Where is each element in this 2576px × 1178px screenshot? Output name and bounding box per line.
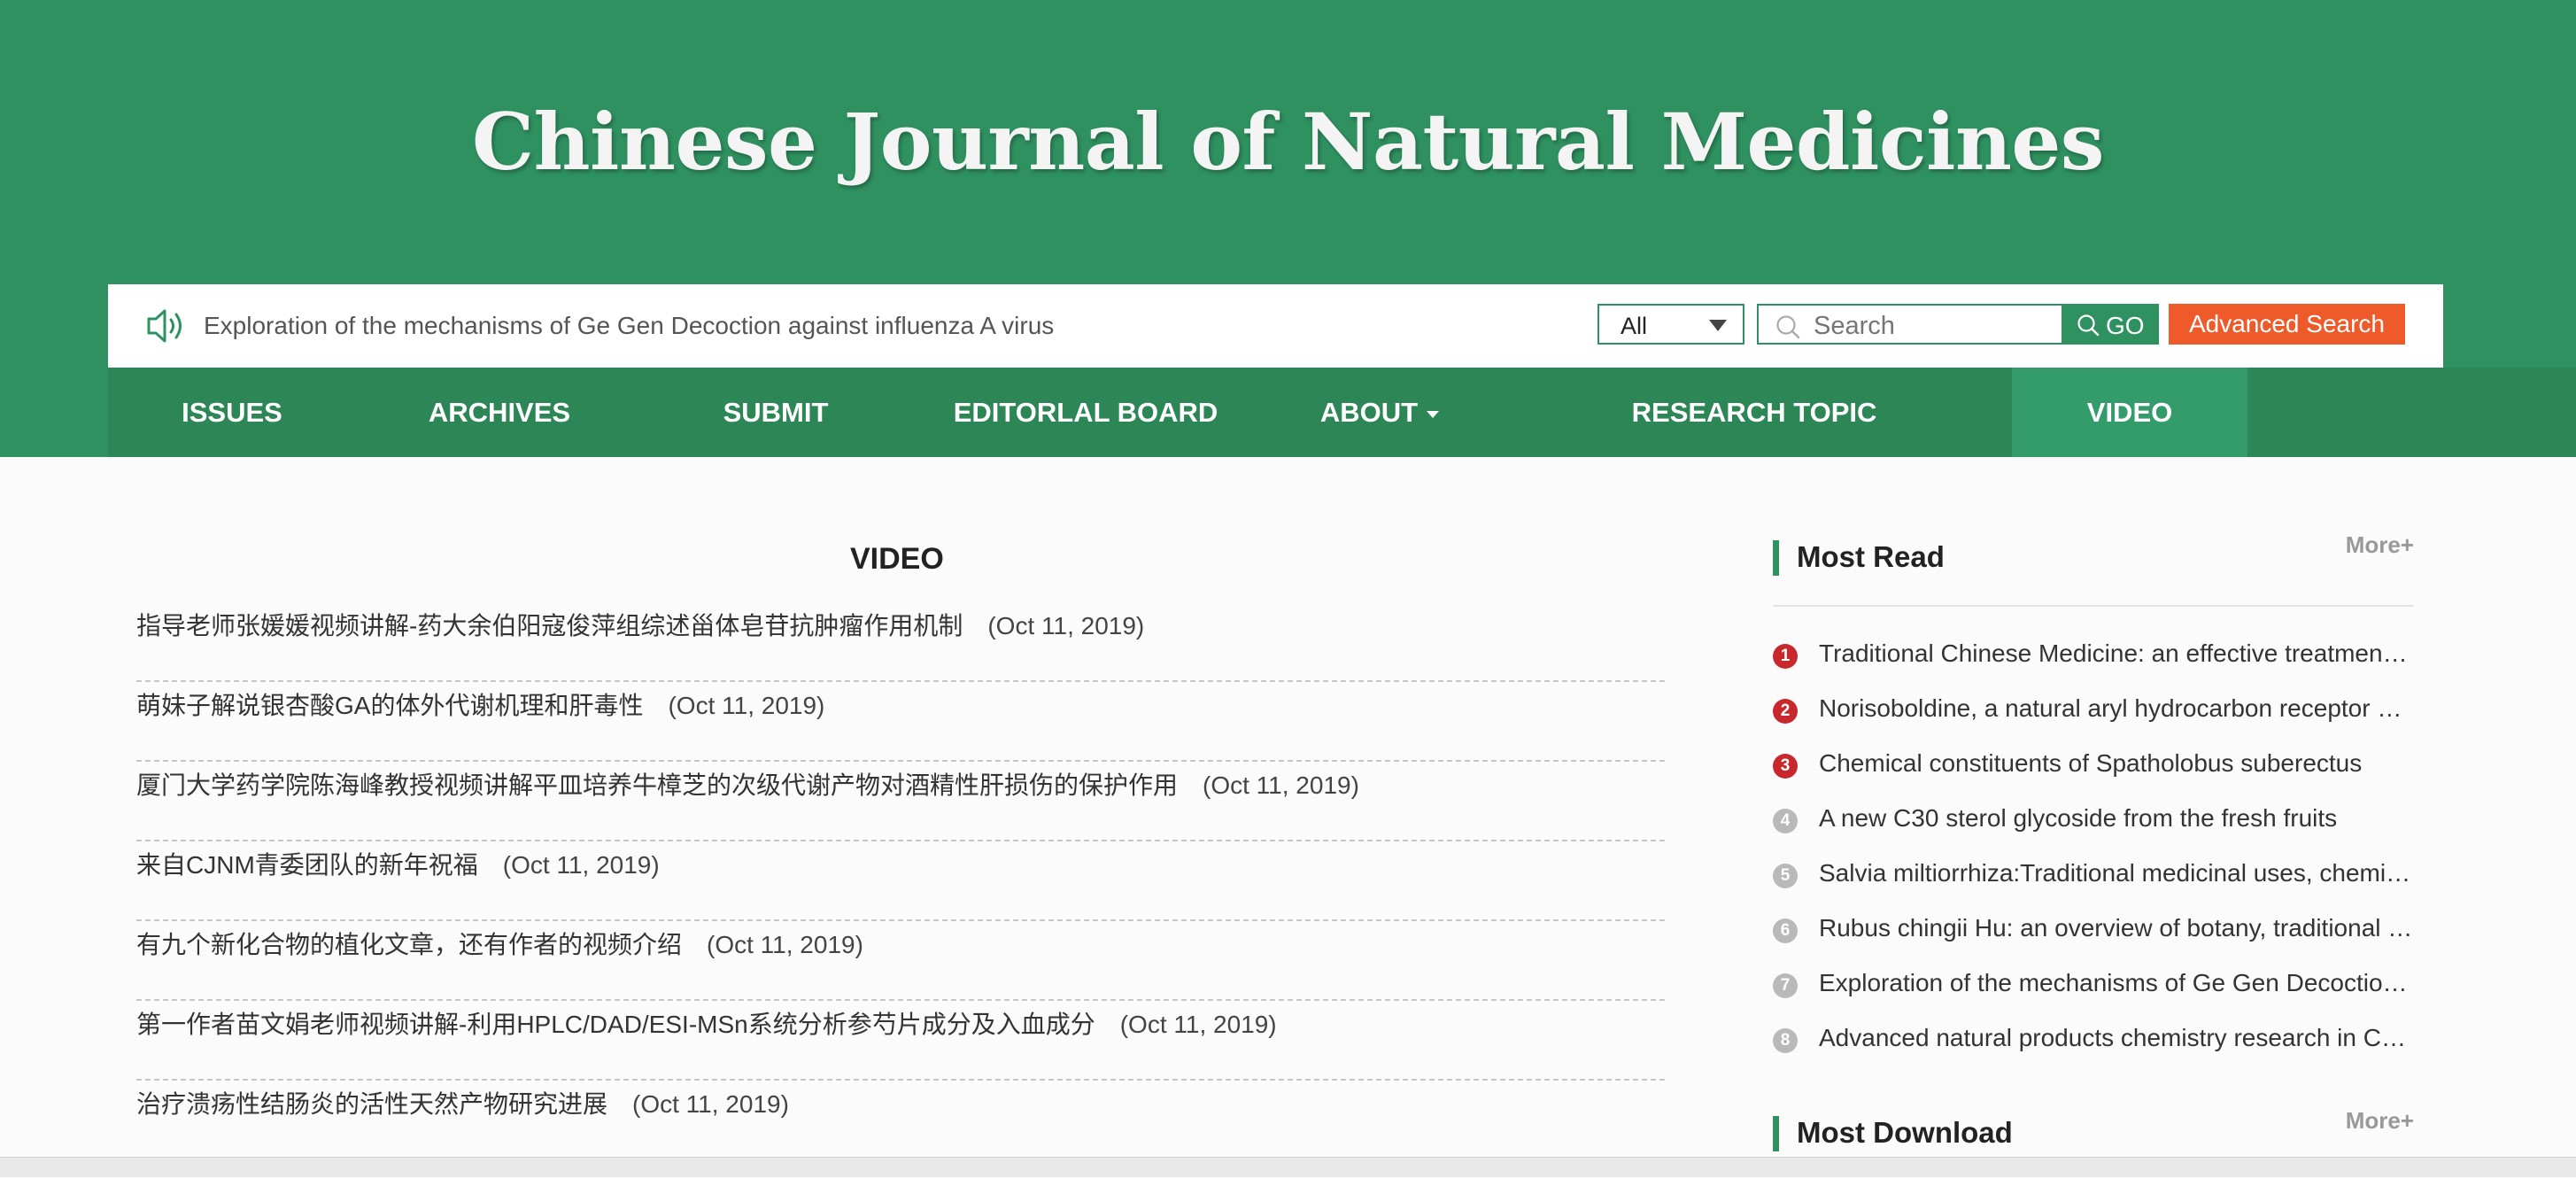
video-title-link[interactable]: 治疗溃疡性结肠炎的活性天然产物研究进展	[136, 1090, 607, 1118]
video-date: (Oct 11, 2019)	[632, 1090, 789, 1118]
article-link[interactable]: Norisoboldine, a natural aryl hydrocarbo…	[1819, 694, 2414, 723]
nav-editorial-board[interactable]: EDITORLAL BOARD	[909, 368, 1263, 457]
video-title-link[interactable]: 有九个新化合物的植化文章，还有作者的视频介绍	[136, 931, 682, 958]
search-input[interactable]	[1812, 309, 2054, 343]
most-read-item[interactable]: 4 A new C30 sterol glycoside from the fr…	[1773, 802, 2414, 857]
rank-badge: 3	[1773, 754, 1798, 779]
video-list-item: 治疗溃疡性结肠炎的活性天然产物研究进展 (Oct 11, 2019)	[136, 1081, 1665, 1160]
rank-badge: 1	[1773, 644, 1798, 669]
article-link[interactable]: Exploration of the mechanisms of Ge Gen …	[1819, 969, 2414, 997]
video-date: (Oct 11, 2019)	[502, 851, 660, 879]
go-label: GO	[2106, 312, 2145, 339]
caret-down-icon	[1427, 410, 1440, 418]
nav-research-topic[interactable]: RESEARCH TOPIC	[1497, 368, 2012, 457]
rank-badge: 4	[1773, 809, 1798, 833]
video-title-link[interactable]: 第一作者苗文娟老师视频讲解-利用HPLC/DAD/ESI-MSn系统分析参芍片成…	[136, 1011, 1095, 1038]
video-list-item: 来自CJNM青委团队的新年祝福 (Oct 11, 2019)	[136, 841, 1665, 921]
video-list-item: 指导老师张媛媛视频讲解-药大余伯阳寇俊萍组综述甾体皂苷抗肿瘤作用机制 (Oct 1…	[136, 602, 1665, 682]
most-read-item[interactable]: 6 Rubus chingii Hu: an overview of botan…	[1773, 912, 2414, 967]
search-box	[1757, 304, 2063, 345]
most-read-item[interactable]: 3 Chemical constituents of Spatholobus s…	[1773, 748, 2414, 802]
article-link[interactable]: Salvia miltiorrhiza:Traditional medicina…	[1819, 859, 2414, 887]
article-link[interactable]: Traditional Chinese Medicine: an effecti…	[1819, 639, 2414, 668]
search-go-button[interactable]: GO	[2063, 304, 2159, 345]
article-link[interactable]: Rubus chingii Hu: an overview of botany,…	[1819, 914, 2414, 942]
article-link[interactable]: Chemical constituents of Spatholobus sub…	[1819, 749, 2414, 778]
video-date: (Oct 11, 2019)	[668, 692, 825, 719]
most-read-more-link[interactable]: More+	[2346, 531, 2414, 559]
site-header: Chinese Journal of Natural Medicines Exp…	[0, 0, 2576, 457]
video-date: (Oct 11, 2019)	[707, 931, 863, 958]
search-scope-select[interactable]: All	[1597, 304, 1744, 345]
rank-badge: 7	[1773, 973, 1798, 998]
most-read-list: 1 Traditional Chinese Medicine: an effec…	[1773, 638, 2414, 1077]
nav-issues[interactable]: ISSUES	[108, 368, 356, 457]
article-link[interactable]: A new C30 sterol glycoside from the fres…	[1819, 804, 2414, 833]
nav-video[interactable]: VIDEO	[2012, 368, 2247, 457]
video-title-link[interactable]: 厦门大学药学院陈海峰教授视频讲解平皿培养牛樟芝的次级代谢产物对酒精性肝损伤的保护…	[136, 771, 1178, 799]
most-download-title: Most Download	[1797, 1116, 2013, 1149]
utility-bar: Exploration of the mechanisms of Ge Gen …	[108, 284, 2443, 368]
video-date: (Oct 11, 2019)	[987, 612, 1145, 639]
video-list-item: 有九个新化合物的植化文章，还有作者的视频介绍 (Oct 11, 2019)	[136, 921, 1665, 1001]
most-read-item[interactable]: 1 Traditional Chinese Medicine: an effec…	[1773, 638, 2414, 693]
video-list-item: 萌妹子解说银杏酸GA的体外代谢机理和肝毒性 (Oct 11, 2019)	[136, 682, 1665, 762]
most-read-item[interactable]: 7 Exploration of the mechanisms of Ge Ge…	[1773, 967, 2414, 1022]
rank-badge: 6	[1773, 918, 1798, 943]
video-list: 指导老师张媛媛视频讲解-药大余伯阳寇俊萍组综述甾体皂苷抗肿瘤作用机制 (Oct 1…	[136, 602, 1665, 1160]
search-icon	[2077, 314, 2100, 337]
video-title-link[interactable]: 萌妹子解说银杏酸GA的体外代谢机理和肝毒性	[136, 692, 643, 719]
advanced-search-button[interactable]: Advanced Search	[2169, 304, 2405, 345]
video-title-link[interactable]: 指导老师张媛媛视频讲解-药大余伯阳寇俊萍组综述甾体皂苷抗肿瘤作用机制	[136, 612, 963, 639]
most-read-title: Most Read	[1797, 540, 1945, 573]
site-title[interactable]: Chinese Journal of Natural Medicines	[0, 96, 2576, 188]
most-download-more-link[interactable]: More+	[2346, 1107, 2414, 1135]
search-scope-value: All	[1621, 313, 1648, 339]
most-read-item[interactable]: 2 Norisoboldine, a natural aryl hydrocar…	[1773, 693, 2414, 748]
nav-about[interactable]: ABOUT	[1263, 368, 1497, 457]
section-marker	[1773, 540, 1779, 576]
rank-badge: 8	[1773, 1028, 1798, 1053]
search-icon	[1776, 315, 1800, 339]
nav-submit[interactable]: SUBMIT	[643, 368, 909, 457]
article-link[interactable]: Advanced natural products chemistry rese…	[1819, 1024, 2414, 1052]
video-list-item: 厦门大学药学院陈海峰教授视频讲解平皿培养牛樟芝的次级代谢产物对酒精性肝损伤的保护…	[136, 762, 1665, 841]
browser-status-bar	[0, 1157, 2576, 1177]
video-list-item: 第一作者苗文娟老师视频讲解-利用HPLC/DAD/ESI-MSn系统分析参芍片成…	[136, 1001, 1665, 1081]
most-read-item[interactable]: 8 Advanced natural products chemistry re…	[1773, 1022, 2414, 1077]
speaker-icon	[147, 309, 182, 343]
section-marker	[1773, 1116, 1779, 1151]
nav-about-label: ABOUT	[1319, 397, 1419, 428]
most-read-item[interactable]: 5 Salvia miltiorrhiza:Traditional medici…	[1773, 857, 2414, 912]
divider	[1773, 605, 2414, 607]
chevron-down-icon	[1709, 320, 1727, 331]
video-title-link[interactable]: 来自CJNM青委团队的新年祝福	[136, 851, 478, 879]
rank-badge: 5	[1773, 864, 1798, 888]
rank-badge: 2	[1773, 699, 1798, 724]
video-date: (Oct 11, 2019)	[1203, 771, 1359, 799]
video-date: (Oct 11, 2019)	[1119, 1011, 1277, 1038]
main-nav: ISSUES ARCHIVES SUBMIT EDITORLAL BOARD A…	[108, 368, 2576, 457]
news-ticker-link[interactable]: Exploration of the mechanisms of Ge Gen …	[204, 312, 1054, 340]
page-title: VIDEO	[850, 542, 944, 576]
nav-archives[interactable]: ARCHIVES	[356, 368, 643, 457]
most-read-header: Most Read More+	[1773, 531, 2414, 607]
